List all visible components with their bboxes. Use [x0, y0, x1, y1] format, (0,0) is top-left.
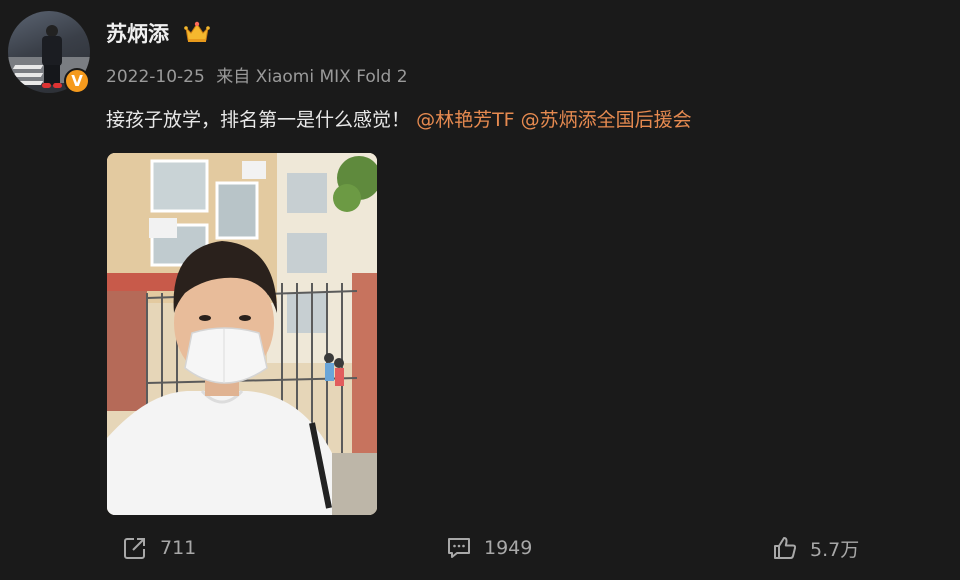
weibo-post: V 苏炳添 2022-10-25 来自 Xiaomi MIX Fold 2 接孩… — [0, 0, 960, 580]
comment-icon — [448, 538, 470, 558]
like-button[interactable]: 5.7万 — [772, 528, 859, 568]
repost-count: 711 — [160, 537, 197, 559]
comment-button[interactable]: 1949 — [446, 528, 532, 568]
comment-count: 1949 — [484, 537, 533, 559]
mention-link[interactable]: @苏炳添全国后援会 — [521, 109, 692, 131]
share-icon — [124, 538, 145, 559]
username[interactable]: 苏炳添 — [106, 18, 169, 48]
verified-badge-icon: V — [64, 68, 90, 94]
action-bar: 711 1949 5.7万 — [0, 528, 960, 568]
crown-icon — [184, 21, 210, 42]
like-count: 5.7万 — [810, 538, 860, 561]
thumbs-up-icon — [774, 537, 797, 559]
repost-button[interactable]: 711 — [122, 528, 196, 568]
post-date[interactable]: 2022-10-25 — [106, 67, 205, 87]
mention-link[interactable]: @林艳芳TF — [416, 109, 515, 131]
post-source: 来自 Xiaomi MIX Fold 2 — [216, 67, 408, 87]
post-meta: 2022-10-25 来自 Xiaomi MIX Fold 2 — [106, 62, 414, 87]
post-photo[interactable] — [107, 153, 377, 515]
post-text: 接孩子放学，排名第一是什么感觉！ — [106, 109, 411, 131]
post-content: 接孩子放学，排名第一是什么感觉！ @林艳芳TF @苏炳添全国后援会 — [106, 105, 692, 132]
